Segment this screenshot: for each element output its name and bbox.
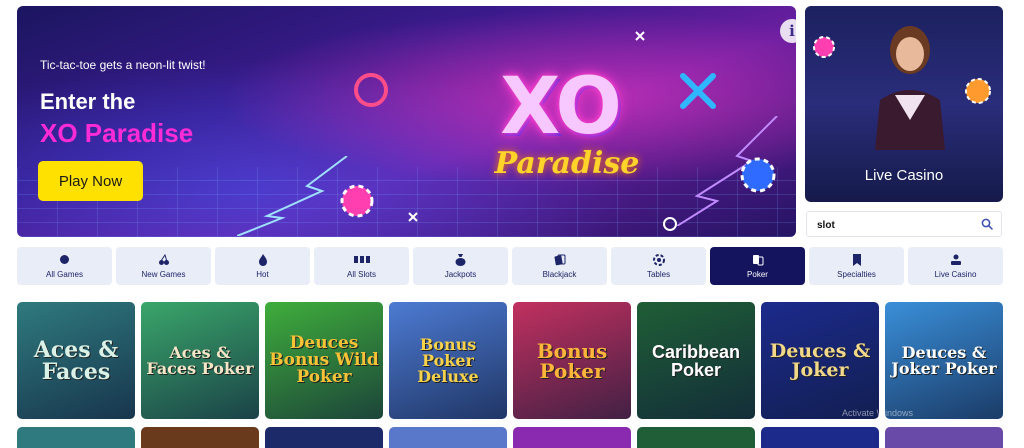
cherries-icon [158,253,170,266]
game-title: Bonus Poker [536,338,608,383]
game-title: Caribbean Poker [651,341,741,380]
tab-label: Specialties [837,269,876,279]
neon-x-icon [680,73,716,109]
xo-logo: XO [500,62,622,152]
game-title: Bonus Poker Deluxe [417,334,479,386]
game-tile-deuces-joker[interactable]: Deuces & Joker [761,302,879,419]
flame-icon [258,253,268,266]
tab-label: Hot [256,269,269,279]
game-title: Aces & Faces [33,336,119,385]
xo-logo-script: Paradise [494,146,640,181]
games-grid-row2 [17,427,1003,448]
game-tile[interactable] [513,427,631,448]
hero-title-line2: XO Paradise [40,118,194,148]
search-box[interactable] [806,211,1002,237]
game-tile-bonus-poker-deluxe[interactable]: Bonus Poker Deluxe [389,302,507,419]
search-input[interactable] [817,216,977,234]
game-title: Deuces & Joker Poker [891,342,997,378]
bookmark-icon [852,253,862,266]
game-tile-caribbean-poker[interactable]: Caribbean Poker [637,302,755,419]
tab-new-games[interactable]: New Games [116,247,211,285]
circle-icon [59,254,70,266]
tab-all-slots[interactable]: All Slots [314,247,409,285]
money-bag-icon [455,253,466,266]
tab-all-games[interactable]: All Games [17,247,112,285]
tab-label: All Slots [347,269,376,279]
poker-cards-icon [752,254,764,266]
tab-label: Tables [646,269,671,279]
game-tile-aces-faces[interactable]: Aces & Faces [17,302,135,419]
dealer-illustration-icon [875,26,945,150]
live-casino-card[interactable]: Live Casino [805,6,1003,202]
game-tile-deuces-bonus-wild[interactable]: Deuces Bonus Wild Poker [265,302,383,419]
category-tabs: All Games New Games Hot All Slots Jackpo… [17,247,1003,285]
game-tile[interactable] [17,427,135,448]
game-tile[interactable] [637,427,755,448]
games-grid: Aces & Faces Aces & Faces Poker Deuces B… [17,302,1003,419]
game-tile-aces-faces-poker[interactable]: Aces & Faces Poker [141,302,259,419]
small-x-icon [635,31,645,41]
tab-label: Jackpots [444,269,477,279]
tab-poker[interactable]: Poker [710,247,805,285]
hero-title-line1: Enter the [40,89,136,114]
casino-chip-icon [813,36,835,58]
hero-banner[interactable]: Tic-tac-toe gets a neon-lit twist! Enter… [17,6,796,237]
tab-tables[interactable]: Tables [611,247,706,285]
tab-label: Blackjack [542,269,577,279]
game-tile[interactable] [389,427,507,448]
slot-reels-icon [353,254,370,266]
tab-specialties[interactable]: Specialties [809,247,904,285]
game-title: Deuces & Joker [769,339,871,381]
neon-circle-icon [354,73,388,107]
hero-subtitle: Tic-tac-toe gets a neon-lit twist! [40,58,206,72]
tab-blackjack[interactable]: Blackjack [512,247,607,285]
tab-live-casino[interactable]: Live Casino [908,247,1003,285]
game-tile[interactable] [265,427,383,448]
game-tile-bonus-poker[interactable]: Bonus Poker [513,302,631,419]
dealer-icon [950,254,962,266]
game-tile[interactable] [761,427,879,448]
tab-hot[interactable]: Hot [215,247,310,285]
tab-label: Live Casino [934,269,977,279]
info-icon[interactable]: i [780,19,796,43]
activation-watermark: Activate Windows [842,408,914,418]
search-icon[interactable] [981,218,993,230]
game-title: Deuces Bonus Wild Poker [269,333,379,387]
tab-label: All Games [46,269,83,279]
casino-chip-icon [965,78,991,104]
game-tile-deuces-joker-poker[interactable]: Deuces & Joker Poker [885,302,1003,419]
play-now-button[interactable]: Play Now [38,161,143,201]
tab-jackpots[interactable]: Jackpots [413,247,508,285]
live-casino-label: Live Casino [864,167,944,184]
game-title: Aces & Faces Poker [146,342,254,378]
tab-label: New Games [141,269,186,279]
tab-label: Poker [747,269,768,279]
game-tile[interactable] [885,427,1003,448]
game-tile[interactable] [141,427,259,448]
chip-icon [652,253,665,266]
playing-cards-icon [554,254,566,266]
